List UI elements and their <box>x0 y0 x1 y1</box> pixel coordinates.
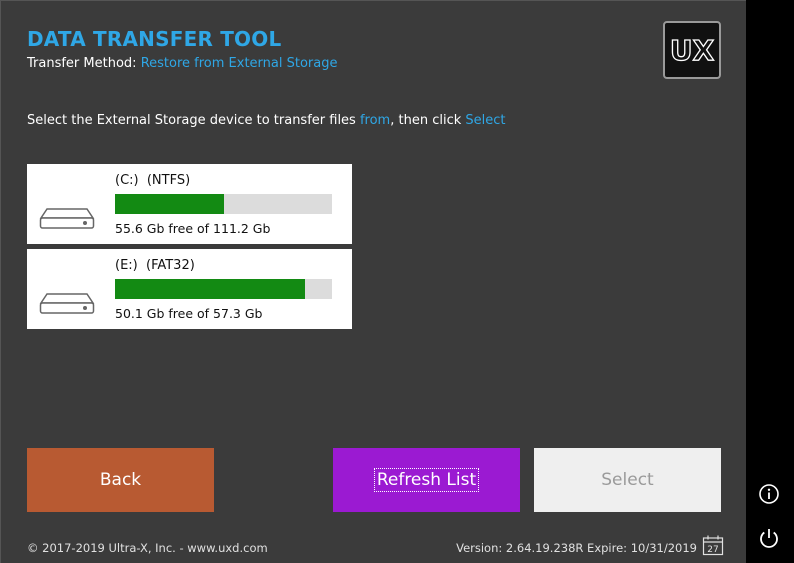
transfer-method: Transfer Method: Restore from External S… <box>27 56 337 71</box>
drive-name: (E:) (FAT32) <box>115 258 195 273</box>
info-icon[interactable] <box>758 483 780 509</box>
transfer-method-label: Transfer Method: <box>27 56 137 71</box>
drive-free-space: 50.1 Gb free of 57.3 Gb <box>115 306 263 321</box>
power-icon[interactable] <box>758 527 780 553</box>
drive-usage-fill <box>115 194 224 214</box>
logo-text: UX <box>670 34 715 67</box>
drive-usage-bar <box>115 279 332 299</box>
right-sidebar <box>746 0 794 563</box>
hard-drive-icon <box>39 291 95 319</box>
drive-usage-fill <box>115 279 305 299</box>
back-button[interactable]: Back <box>27 448 214 512</box>
instruction-from: from <box>359 113 391 128</box>
instruction-text: Select the External Storage device to tr… <box>27 113 506 128</box>
main-panel: DATA TRANSFER TOOL Transfer Method: Rest… <box>0 0 746 563</box>
refresh-list-label: Refresh List <box>373 468 480 492</box>
refresh-list-button[interactable]: Refresh List <box>333 448 520 512</box>
calendar-day: 27 <box>707 545 718 555</box>
instruction-middle: , then click <box>390 113 462 128</box>
drive-usage-bar <box>115 194 332 214</box>
version-text: Version: 2.64.19.238R Expire: 10/31/2019 <box>456 541 697 555</box>
ux-logo-icon: UX <box>669 33 715 67</box>
instruction-prefix: Select the External Storage device to tr… <box>27 113 356 128</box>
calendar-icon[interactable]: 27 <box>702 534 724 560</box>
drive-item-e[interactable]: (E:) (FAT32) 50.1 Gb free of 57.3 Gb <box>27 249 352 329</box>
hard-drive-icon <box>39 206 95 234</box>
ux-logo: UX <box>663 21 721 79</box>
drive-name: (C:) (NTFS) <box>115 173 191 188</box>
copyright-text: © 2017-2019 Ultra-X, Inc. - www.uxd.com <box>27 541 268 555</box>
instruction-select: Select <box>465 113 506 128</box>
select-button[interactable]: Select <box>534 448 721 512</box>
drive-item-c[interactable]: (C:) (NTFS) 55.6 Gb free of 111.2 Gb <box>27 164 352 244</box>
app-title: DATA TRANSFER TOOL <box>27 27 282 51</box>
transfer-method-value: Restore from External Storage <box>140 56 338 71</box>
drive-free-space: 55.6 Gb free of 111.2 Gb <box>115 221 271 236</box>
